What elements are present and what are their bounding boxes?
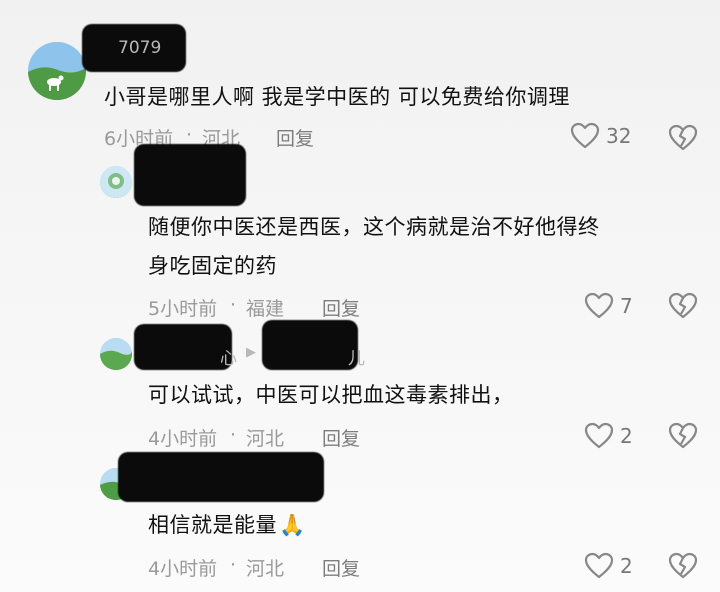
comment-location: 福建 [246,298,285,320]
username-fragment: 心 [220,349,237,369]
comment-location: 河北 [246,558,285,580]
like-button[interactable]: 2 [584,422,633,449]
reply-button[interactable]: 回复 [322,554,360,581]
like-count: 2 [620,553,633,578]
heart-icon [584,422,614,449]
comment-text-line-2: 身吃固定的药 [148,254,277,278]
comment-location: 河北 [246,428,285,450]
avatar[interactable] [100,338,132,370]
heart-icon [584,292,614,319]
comment-text-body: 相信就是能量 [148,513,277,537]
username-redacted[interactable] [118,452,324,502]
like-count: 2 [620,423,633,448]
comment-4: 相信就是能量🙏 4小时前 · 河北 回复 2 [0,448,720,592]
meta-separator: · [230,294,237,316]
comment-1: 7079 小哥是哪里人啊 我是学中医的 可以免费给你调理 6小时前 · 河北 回… [0,0,720,160]
broken-heart-icon [668,422,698,449]
comment-text: 相信就是能量🙏 [148,506,306,544]
username-redacted[interactable] [134,324,232,370]
like-button[interactable]: 2 [584,552,633,579]
reply-target-redacted[interactable] [262,320,358,370]
reply-button[interactable]: 回复 [322,294,360,321]
reply-arrow-icon: ▶ [246,345,256,360]
comment-text-line-1: 随便你中医还是西医，这个病就是治不好他得终 [148,215,600,239]
meta-separator: · [230,554,237,576]
avatar[interactable] [28,42,86,100]
praying-hands-emoji: 🙏 [279,513,306,537]
comment-time: 4小时前 [148,558,218,580]
username-redacted[interactable] [134,144,246,206]
meta-separator: · [230,424,237,446]
broken-heart-icon [668,552,698,579]
reply-button[interactable]: 回复 [322,424,360,451]
like-count: 7 [620,293,633,318]
dislike-button[interactable] [668,422,698,449]
dislike-button[interactable] [668,552,698,579]
comment-2: 随便你中医还是西医，这个病就是治不好他得终 身吃固定的药 5小时前 · 福建 回… [0,140,720,330]
heart-icon [584,552,614,579]
username-fragment: 7079 [118,38,162,58]
comment-time: 5小时前 [148,298,218,320]
like-button[interactable]: 7 [584,292,633,319]
broken-heart-icon [668,292,698,319]
comment-text: 小哥是哪里人啊 我是学中医的 可以免费给你调理 [104,85,570,109]
comment-3: 心 ▶ 儿 可以试试，中医可以把血这毒素排出， 4小时前 · 河北 回复 2 [0,318,720,458]
avatar[interactable] [100,166,132,198]
reply-target-fragment: 儿 [348,349,365,369]
comment-time: 4小时前 [148,428,218,450]
comment-text: 可以试试，中医可以把血这毒素排出， [148,383,514,407]
dislike-button[interactable] [668,292,698,319]
